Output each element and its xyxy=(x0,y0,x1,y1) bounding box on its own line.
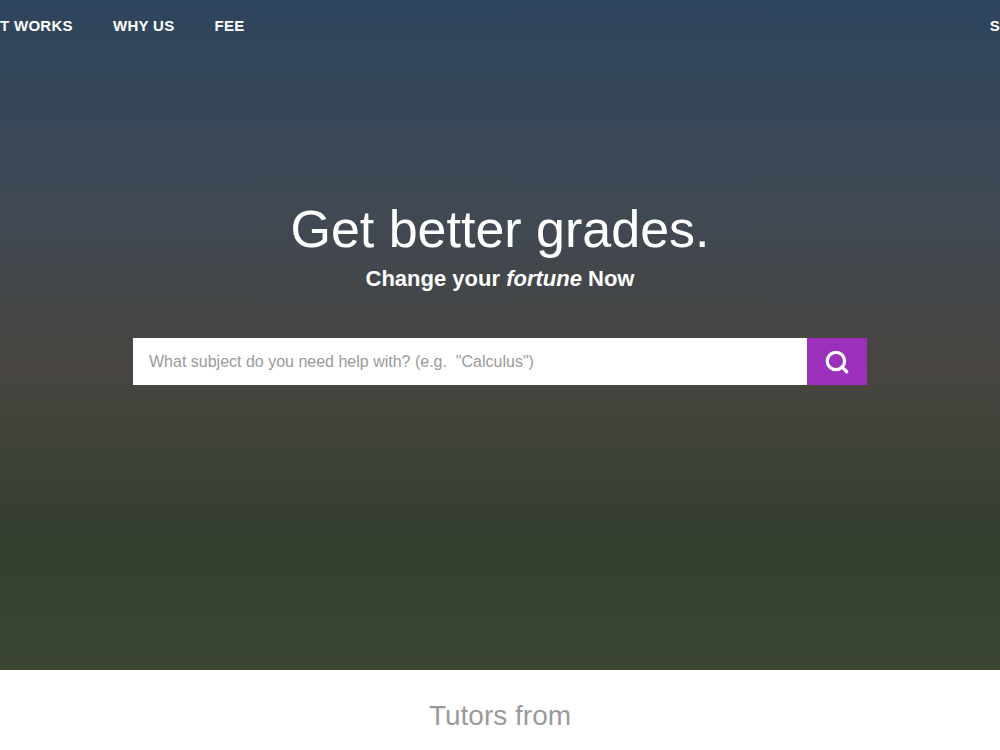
hero: T WORKS WHY US FEE S Get better grades. Chang… xyxy=(0,0,1000,670)
top-nav: T WORKS WHY US FEE S xyxy=(0,0,1000,50)
page: T WORKS WHY US FEE S Get better grades. Chang… xyxy=(0,0,1000,750)
search-input[interactable] xyxy=(133,338,807,385)
tutors-section: Tutors from xyxy=(0,670,1000,750)
hero-subtitle: Change your fortune Now xyxy=(366,264,635,294)
nav-item[interactable]: T WORKS xyxy=(0,17,73,34)
search-bar xyxy=(133,338,867,385)
search-icon xyxy=(824,349,850,375)
nav-left: T WORKS WHY US FEE xyxy=(0,17,245,34)
section-heading: Tutors from xyxy=(429,698,571,750)
hero-body: Get better grades. Change your fortune No… xyxy=(0,50,1000,385)
subtitle-emphasis: fortune xyxy=(506,266,582,291)
hero-title: Get better grades. xyxy=(290,198,709,260)
search-button[interactable] xyxy=(807,338,867,385)
nav-right: S xyxy=(990,17,1000,34)
nav-item[interactable]: S xyxy=(990,17,1000,34)
nav-item[interactable]: WHY US xyxy=(113,17,175,34)
nav-item[interactable]: FEE xyxy=(214,17,244,34)
